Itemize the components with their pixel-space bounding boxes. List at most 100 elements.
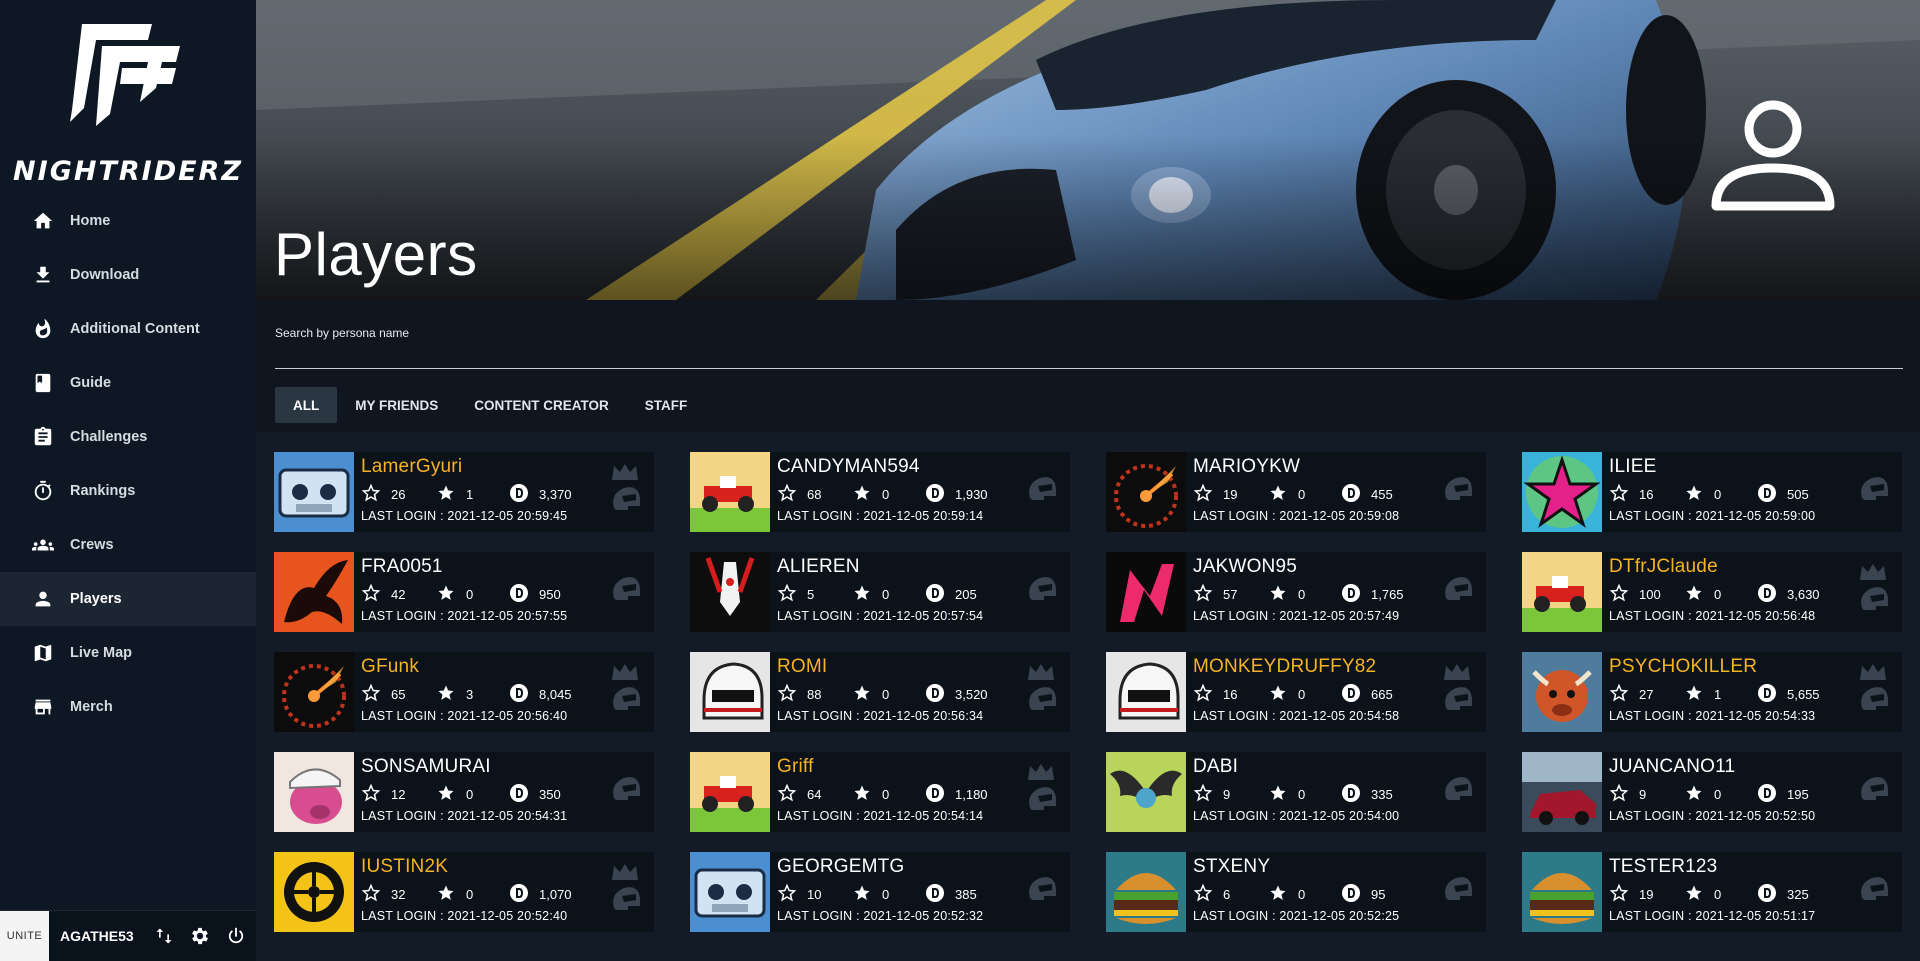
player-card[interactable]: DABI 9 0 335 LAST LOGIN : 2021-12-05 20:54:0… [1106,752,1486,832]
player-trophies: 3 [466,686,474,702]
sidebar-item-download[interactable]: Download [0,248,256,302]
player-name[interactable]: ALIEREN [777,556,860,578]
player-stats: 88 0 3,520 [777,683,988,706]
player-name[interactable]: JAKWON95 [1193,556,1297,578]
coin-icon [1757,883,1777,906]
player-coins: 455 [1371,486,1393,502]
nightriderz-logo-icon [70,24,180,126]
player-name[interactable]: Griff [777,756,814,778]
player-name[interactable]: MONKEYDRUFFY82 [1193,656,1376,678]
player-trophies: 0 [466,886,474,902]
helmet-icon [1856,684,1890,719]
player-badges [1854,662,1890,722]
sidebar-item-label: Home [70,213,111,229]
settings-gear-icon[interactable] [182,918,218,954]
player-card[interactable]: TESTER123 19 0 325 LAST LOGIN : 2021-12-05 2… [1522,852,1902,932]
player-badges [606,562,642,622]
player-last-login: LAST LOGIN : 2021-12-05 20:52:32 [777,909,984,923]
sidebar-item-label: Players [70,591,122,607]
swap-icon[interactable] [146,918,182,954]
player-name[interactable]: CANDYMAN594 [777,456,920,478]
level-star-icon [1609,783,1629,806]
level-star-icon [1609,883,1629,906]
player-name[interactable]: LamerGyuri [361,456,462,478]
player-name[interactable]: FRA0051 [361,556,443,578]
player-name[interactable]: JUANCANO11 [1609,756,1735,778]
player-name[interactable]: IUSTIN2K [361,856,448,878]
sidebar-item-players[interactable]: Players [0,572,256,626]
level-star-icon [361,483,381,506]
player-card[interactable]: Griff 64 0 1,180 LAST LOGIN : 2021-12-05 20:… [690,752,1070,832]
helmet-icon [608,774,642,809]
player-level: 6 [1223,886,1231,902]
player-card[interactable]: MONKEYDRUFFY82 16 0 665 LAST LOGIN : 2021-12… [1106,652,1486,732]
sidebar-item-challenges[interactable]: Challenges [0,410,256,464]
player-stats: 27 1 5,655 [1609,683,1820,706]
player-level: 16 [1639,486,1654,502]
player-badges [1438,662,1474,722]
player-card[interactable]: CANDYMAN594 68 0 1,930 LAST LOGIN : 2021-12-… [690,452,1070,532]
player-trophies: 0 [1714,586,1722,602]
player-name[interactable]: DABI [1193,756,1238,778]
player-card[interactable]: FRA0051 42 0 950 LAST LOGIN : 2021-12-05 20:… [274,552,654,632]
player-name[interactable]: MARIOYKW [1193,456,1300,478]
player-name[interactable]: DTfrJClaude [1609,556,1718,578]
timer-icon [31,479,55,503]
player-name[interactable]: GEORGEMTG [777,856,904,878]
player-badges [1022,462,1058,522]
player-name[interactable]: STXENY [1193,856,1270,878]
player-trophies: 0 [1714,786,1722,802]
player-badges [1438,562,1474,622]
player-badges [606,662,642,722]
player-card[interactable]: PSYCHOKILLER 27 1 5,655 LAST LOGIN : 2021-12… [1522,652,1902,732]
player-card[interactable]: STXENY 6 0 95 LAST LOGIN : 2021-12-05 20:52:… [1106,852,1486,932]
player-card[interactable]: SONSAMURAI 12 0 350 LAST LOGIN : 2021-12-05 … [274,752,654,832]
player-name[interactable]: PSYCHOKILLER [1609,656,1757,678]
player-card[interactable]: ILIEE 16 0 505 LAST LOGIN : 2021-12-05 20:59… [1522,452,1902,532]
player-card[interactable]: DTfrJClaude 100 0 3,630 LAST LOGIN : 2021-12… [1522,552,1902,632]
sidebar-item-guide[interactable]: Guide [0,356,256,410]
power-icon[interactable] [218,918,254,954]
player-coins: 5,655 [1787,686,1820,702]
player-name[interactable]: ILIEE [1609,456,1656,478]
sidebar-item-additional-content[interactable]: Additional Content [0,302,256,356]
username: AGATHE53 [60,928,134,944]
player-card[interactable]: MARIOYKW 19 0 455 LAST LOGIN : 2021-12-05 20… [1106,452,1486,532]
sidebar-item-merch[interactable]: Merch [0,680,256,734]
player-avatar [1522,752,1602,832]
player-name[interactable]: GFunk [361,656,419,678]
level-star-icon [1609,683,1629,706]
player-stats: 100 0 3,630 [1609,583,1820,604]
trophy-star-icon [852,683,872,706]
player-last-login: LAST LOGIN : 2021-12-05 20:57:54 [777,609,984,623]
helmet-icon [608,484,642,519]
level-star-icon [777,583,797,606]
person-icon [31,587,55,611]
player-name[interactable]: SONSAMURAI [361,756,491,778]
player-card[interactable]: GFunk 65 3 8,045 LAST LOGIN : 2021-12-05 20:… [274,652,654,732]
players-grid: LamerGyuri 26 1 3,370 LAST LOGIN : 2021-12-0… [256,0,1920,961]
coin-icon [1341,683,1361,706]
player-last-login: LAST LOGIN : 2021-12-05 20:59:45 [361,509,568,523]
player-name[interactable]: ROMI [777,656,827,678]
sidebar-item-live-map[interactable]: Live Map [0,626,256,680]
sidebar-item-crews[interactable]: Crews [0,518,256,572]
sidebar-item-rankings[interactable]: Rankings [0,464,256,518]
player-card[interactable]: JUANCANO11 9 0 195 LAST LOGIN : 2021-12-05 2… [1522,752,1902,832]
player-card[interactable]: JAKWON95 57 0 1,765 LAST LOGIN : 2021-12-05 … [1106,552,1486,632]
nightriderz-logo[interactable]: NIGHTRIDERZ [0,18,256,187]
level-star-icon [777,883,797,906]
player-card[interactable]: ALIEREN 5 0 205 LAST LOGIN : 2021-12-05 20:5… [690,552,1070,632]
brand-name: NIGHTRIDERZ [13,156,243,187]
player-card[interactable]: GEORGEMTG 10 0 385 LAST LOGIN : 2021-12-05 2… [690,852,1070,932]
player-level: 65 [391,686,406,702]
sidebar-item-home[interactable]: Home [0,194,256,248]
player-avatar [1106,652,1186,732]
player-card[interactable]: LamerGyuri 26 1 3,370 LAST LOGIN : 2021-12-0… [274,452,654,532]
player-card[interactable]: IUSTIN2K 32 0 1,070 LAST LOGIN : 2021-12-05 … [274,852,654,932]
player-card[interactable]: ROMI 88 0 3,520 LAST LOGIN : 2021-12-05 20:5… [690,652,1070,732]
player-badges [1022,562,1058,622]
player-level: 100 [1639,586,1661,602]
player-trophies: 0 [1298,686,1306,702]
player-name[interactable]: TESTER123 [1609,856,1717,878]
